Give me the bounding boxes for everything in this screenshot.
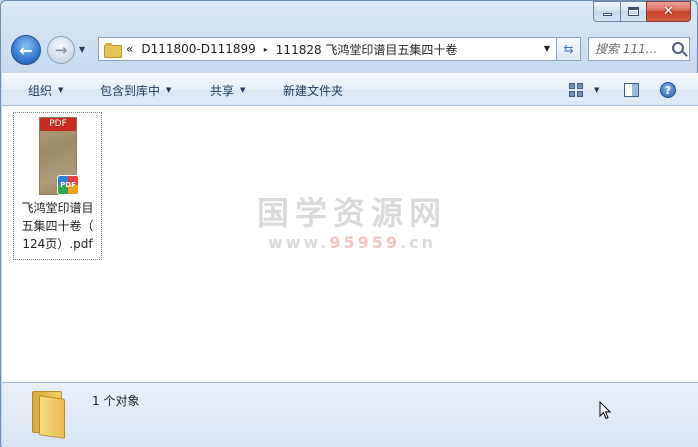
help-button[interactable]: ? xyxy=(660,81,676,99)
breadcrumb-separator-icon[interactable]: ▸ xyxy=(262,45,270,54)
address-bar[interactable]: « D111800-D111899 ▸ 111828 飞鸿堂印谱目五集四十卷 ▼ xyxy=(98,37,557,61)
view-options-dropdown[interactable]: ▼ xyxy=(594,81,599,99)
share-menu[interactable]: 共享 ▼ xyxy=(210,74,245,106)
maximize-icon xyxy=(628,7,639,16)
change-view-button[interactable] xyxy=(569,81,583,99)
file-list-pane[interactable]: PDF PDF 飞鸿堂印谱目 五集四十卷（ 124页）.pdf 国学资源网 ww… xyxy=(2,106,698,382)
minimize-icon xyxy=(602,13,612,16)
chevron-down-icon: ▼ xyxy=(594,86,600,94)
help-icon: ? xyxy=(660,82,676,98)
watermark-title: 国学资源网 xyxy=(256,194,447,232)
organize-label: 组织 xyxy=(28,83,53,98)
file-name-line: 124页）.pdf xyxy=(22,237,93,251)
share-label: 共享 xyxy=(210,83,235,98)
close-button[interactable]: ✕ xyxy=(646,1,691,22)
watermark-url-number: 95959 xyxy=(329,233,401,252)
new-folder-label: 新建文件夹 xyxy=(283,83,344,98)
address-dropdown-icon[interactable]: ▼ xyxy=(544,44,550,53)
watermark: 国学资源网 www.95959.cn xyxy=(242,194,462,252)
breadcrumb-item[interactable]: D111800-D111899 xyxy=(135,42,261,56)
chevron-down-icon: ▼ xyxy=(58,86,64,94)
include-in-library-label: 包含到库中 xyxy=(100,83,161,98)
new-folder-button[interactable]: 新建文件夹 xyxy=(283,74,343,106)
refresh-button[interactable]: ⇆ xyxy=(557,37,581,61)
back-arrow-icon: ← xyxy=(19,40,33,60)
watermark-url: www.95959.cn xyxy=(242,233,462,252)
views-icon xyxy=(569,83,583,97)
caption-buttons: ✕ xyxy=(593,1,691,22)
file-name: 飞鸿堂印谱目 五集四十卷（ 124页）.pdf xyxy=(14,199,101,253)
refresh-icon: ⇆ xyxy=(563,42,574,56)
back-button[interactable]: ← xyxy=(11,35,41,65)
pdf-app-icon: PDF xyxy=(57,175,79,195)
search-box[interactable] xyxy=(588,37,690,61)
minimize-button[interactable] xyxy=(593,1,620,22)
forward-button[interactable]: → xyxy=(47,36,75,64)
watermark-url-prefix: www. xyxy=(267,233,330,252)
chevron-down-icon: ▼ xyxy=(240,86,246,94)
breadcrumb-item[interactable]: 111828 飞鸿堂印谱目五集四十卷 xyxy=(270,41,464,58)
item-count: 1 个对象 xyxy=(92,394,140,408)
file-name-line: 五集四十卷（ xyxy=(21,219,94,233)
preview-pane-icon xyxy=(624,83,639,97)
include-in-library-menu[interactable]: 包含到库中 ▼ xyxy=(100,74,171,106)
search-input[interactable] xyxy=(595,42,671,56)
folder-icon xyxy=(104,42,122,58)
organize-menu[interactable]: 组织 ▼ xyxy=(28,74,63,106)
close-icon: ✕ xyxy=(663,4,674,19)
breadcrumb-overflow[interactable]: « xyxy=(120,42,135,56)
folder-icon xyxy=(30,389,66,439)
watermark-url-suffix: .cn xyxy=(400,233,437,252)
file-name-line: 飞鸿堂印谱目 xyxy=(21,201,94,215)
search-icon[interactable] xyxy=(672,42,684,54)
details-pane: 1 个对象 xyxy=(2,382,698,447)
pdf-label: PDF xyxy=(40,118,76,131)
command-bar: 组织 ▼ 包含到库中 ▼ 共享 ▼ 新建文件夹 ▼ ? xyxy=(2,73,698,106)
preview-pane-button[interactable] xyxy=(624,81,639,99)
forward-arrow-icon: → xyxy=(54,41,68,59)
file-item[interactable]: PDF PDF 飞鸿堂印谱目 五集四十卷（ 124页）.pdf xyxy=(13,112,102,260)
chevron-down-icon: ▼ xyxy=(166,86,172,94)
recent-pages-dropdown[interactable]: ▼ xyxy=(79,45,89,55)
maximize-button[interactable] xyxy=(620,1,646,22)
explorer-window: ✕ ← → ▼ « D111800-D111899 ▸ 111828 飞鸿堂印谱… xyxy=(0,0,698,447)
